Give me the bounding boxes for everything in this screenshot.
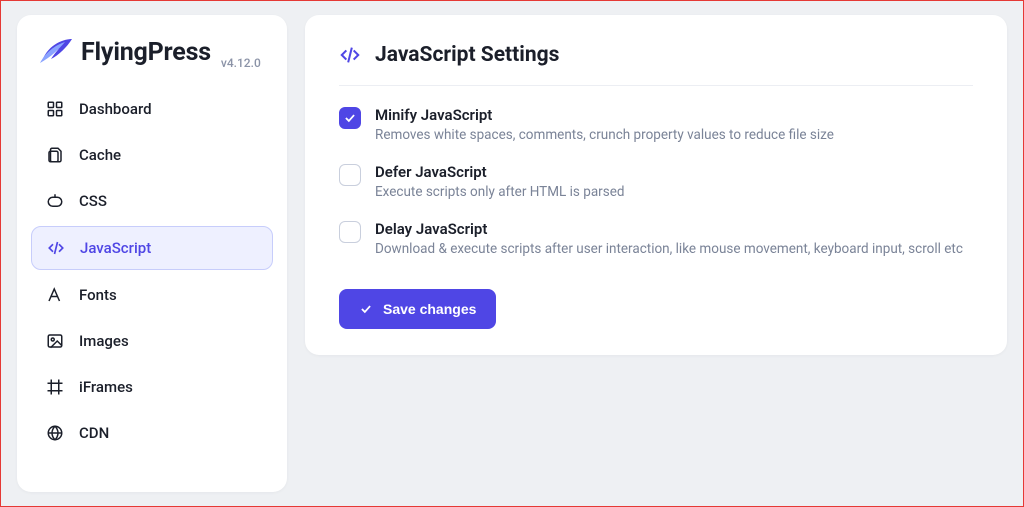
cache-icon (45, 146, 65, 164)
sidebar-item-javascript[interactable]: JavaScript (31, 226, 273, 270)
option-minify-js: Minify JavaScript Removes white spaces, … (339, 106, 973, 143)
check-icon (343, 111, 357, 125)
sidebar-item-cdn[interactable]: CDN (31, 412, 273, 454)
sidebar-item-label: Dashboard (79, 100, 152, 118)
sidebar-item-label: iFrames (79, 378, 133, 396)
option-desc: Execute scripts only after HTML is parse… (375, 184, 624, 200)
brand-version: v4.12.0 (221, 56, 261, 70)
sidebar-item-label: Fonts (79, 286, 117, 304)
save-button-label: Save changes (383, 301, 476, 317)
sidebar-item-label: CSS (79, 192, 107, 210)
logo-icon (37, 37, 73, 67)
sidebar-item-label: Images (79, 332, 129, 350)
option-title: Delay JavaScript (375, 220, 963, 238)
brand: FlyingPress v4.12.0 (31, 33, 273, 88)
checkbox-delay-js[interactable] (339, 221, 361, 243)
brand-name: FlyingPress (81, 38, 211, 67)
sidebar-item-css[interactable]: CSS (31, 180, 273, 222)
sidebar-item-iframes[interactable]: iFrames (31, 366, 273, 408)
sidebar-item-fonts[interactable]: Fonts (31, 274, 273, 316)
option-title: Minify JavaScript (375, 106, 834, 124)
option-delay-js: Delay JavaScript Download & execute scri… (339, 220, 973, 257)
option-defer-js: Defer JavaScript Execute scripts only af… (339, 163, 973, 200)
sidebar-item-images[interactable]: Images (31, 320, 273, 362)
css-icon (45, 192, 65, 210)
sidebar-item-dashboard[interactable]: Dashboard (31, 88, 273, 130)
code-icon (46, 239, 66, 257)
checkbox-defer-js[interactable] (339, 164, 361, 186)
page-header: JavaScript Settings (339, 43, 973, 86)
checkbox-minify-js[interactable] (339, 107, 361, 129)
sidebar-item-label: CDN (79, 424, 109, 442)
font-icon (45, 286, 65, 304)
page-title: JavaScript Settings (375, 43, 559, 67)
sidebar: FlyingPress v4.12.0 Dashboard Cache (17, 15, 287, 492)
globe-icon (45, 424, 65, 442)
dashboard-icon (45, 100, 65, 118)
save-button[interactable]: Save changes (339, 289, 496, 329)
check-icon (359, 302, 373, 316)
sidebar-item-cache[interactable]: Cache (31, 134, 273, 176)
option-desc: Removes white spaces, comments, crunch p… (375, 127, 834, 143)
sidebar-item-label: JavaScript (80, 239, 151, 257)
sidebar-item-label: Cache (79, 146, 121, 164)
image-icon (45, 332, 65, 350)
main-panel: JavaScript Settings Minify JavaScript Re… (305, 15, 1007, 355)
brand-logo: FlyingPress (37, 37, 211, 67)
sidebar-nav: Dashboard Cache CSS JavaScript (31, 88, 273, 454)
option-title: Defer JavaScript (375, 163, 624, 181)
options-list: Minify JavaScript Removes white spaces, … (339, 86, 973, 267)
code-icon (339, 44, 361, 66)
option-desc: Download & execute scripts after user in… (375, 241, 963, 257)
frame-icon (45, 378, 65, 396)
